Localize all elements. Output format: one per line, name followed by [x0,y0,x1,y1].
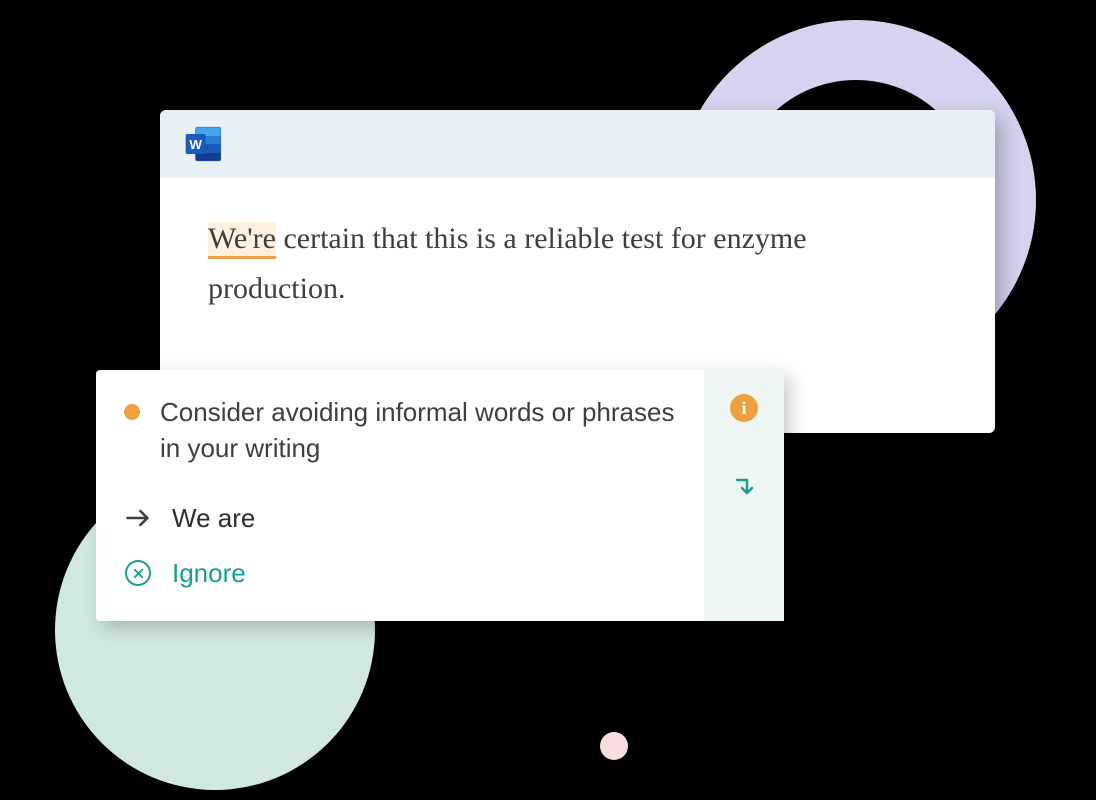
replace-text: We are [172,503,255,534]
document-text[interactable]: We're certain that this is a reliable te… [208,214,947,313]
svg-text:W: W [189,137,202,152]
suggestion-sidebar: i [704,370,784,621]
suggestion-header: Consider avoiding informal words or phra… [124,394,676,467]
highlighted-word[interactable]: We're [208,222,276,259]
suggestion-card: Consider avoiding informal words or phra… [96,370,784,621]
suggestion-main: Consider avoiding informal words or phra… [96,370,704,621]
apply-down-icon[interactable] [732,500,756,524]
word-icon: W [184,124,224,164]
document-header: W [160,110,995,178]
warning-dot-icon [124,404,140,420]
replace-option[interactable]: We are [124,491,676,546]
suggestion-title: Consider avoiding informal words or phra… [160,394,676,467]
arrow-right-icon [124,504,152,532]
ignore-option[interactable]: Ignore [124,546,676,601]
info-icon[interactable]: i [730,394,758,422]
apply-down-icon-2[interactable] [732,534,756,558]
document-text-after: certain that this is a reliable test for… [208,222,807,305]
ignore-text: Ignore [172,558,246,589]
decorative-circle-pink [600,732,628,760]
close-circle-icon [124,559,152,587]
